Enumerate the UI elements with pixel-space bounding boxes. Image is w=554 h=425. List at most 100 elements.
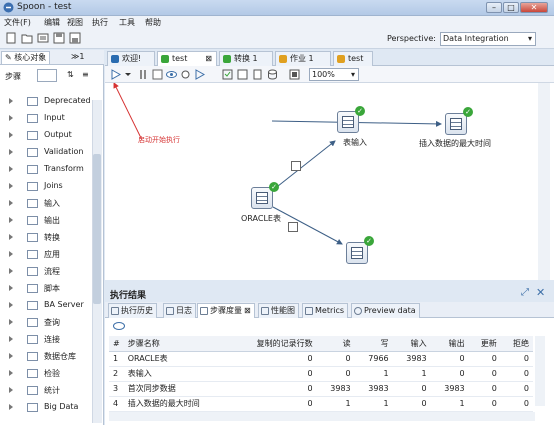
col-copied-rows[interactable]: 复制的记录行数 [230,336,317,352]
expand-arrow-icon[interactable] [9,353,13,359]
tree-item[interactable]: BA Server [0,298,92,315]
stop-icon[interactable] [152,69,163,80]
col-step-name[interactable]: 步骤名称 [123,336,231,352]
tab-log[interactable]: 日志 [163,303,196,318]
canvas-scrollbar[interactable] [538,83,550,280]
tree-item[interactable]: 查询 [0,315,92,332]
expand-arrow-icon[interactable] [9,404,13,410]
tree-item[interactable]: Validation [0,145,92,162]
save-icon[interactable] [53,32,65,44]
tree-item[interactable]: 统计 [0,383,92,400]
table-row[interactable]: 1 ORACLE表 0 0 7966 3983 0 0 0 [109,351,533,367]
expand-all-icon[interactable]: ⇅ [67,70,74,79]
expand-arrow-icon[interactable] [9,336,13,342]
menu-help[interactable]: 帮助 [145,17,161,28]
tree-item[interactable]: 脚本 [0,281,92,298]
menu-file[interactable]: 文件(F) [4,17,31,28]
steps-search-input[interactable] [37,69,57,82]
impact-icon[interactable] [237,69,248,80]
tab-test-transformation[interactable]: test ⊠ [157,51,217,66]
tree-item[interactable]: Transform [0,162,92,179]
col-index[interactable]: # [109,336,124,352]
new-file-icon[interactable] [5,32,17,44]
minimize-button[interactable]: – [486,2,502,13]
tree-item[interactable]: 输出 [0,213,92,230]
col-input[interactable]: 输入 [392,336,431,352]
tree-item[interactable]: 数据仓库 [0,349,92,366]
transformation-canvas[interactable]: ✓ 表输入 ✓ 插入数据的最大时间 ✓ ORACLE表 ✓ 启动开始执行 [105,83,554,280]
col-rejected[interactable]: 拒绝 [500,336,533,352]
menu-view[interactable]: 视图 [67,17,83,28]
maximize-button[interactable]: □ [503,2,519,13]
collapse-all-icon[interactable]: ≡ [82,70,89,79]
expand-arrow-icon[interactable] [9,234,13,240]
results-horizontal-scrollbar[interactable] [109,412,535,421]
close-icon[interactable]: ⊠ [244,306,251,315]
explore-repository-icon[interactable] [37,32,49,44]
tree-item[interactable]: Input [0,111,92,128]
tab-performance-graph[interactable]: 性能图 [258,303,299,318]
menu-run[interactable]: 执行 [92,17,108,28]
tree-item[interactable]: 应用 [0,247,92,264]
close-panel-icon[interactable]: ✕ [536,286,545,299]
menu-edit[interactable]: 编辑 [44,17,60,28]
run-icon[interactable] [110,69,122,80]
tab-metrics[interactable]: Metrics [302,303,349,318]
left-scrollbar-thumb[interactable] [93,154,101,304]
step-first-sync[interactable] [346,242,368,264]
expand-arrow-icon[interactable] [9,285,13,291]
tree-item[interactable]: Big Data [0,400,92,417]
open-folder-icon[interactable] [21,32,33,44]
step-insert-max-time[interactable] [445,113,467,135]
tab-main-tree[interactable]: ≫1 [68,51,87,64]
show-eye-icon[interactable] [113,322,125,330]
expand-arrow-icon[interactable] [9,98,13,104]
replay-icon[interactable] [194,69,206,80]
sql-icon[interactable] [252,69,263,80]
tab-preview-data[interactable]: Preview data [351,303,420,318]
perspective-select[interactable]: Data Integration ▾ [440,32,536,46]
expand-arrow-icon[interactable] [9,183,13,189]
tab-transformation-1[interactable]: 转换 1 [219,51,273,66]
tree-item[interactable]: 转换 [0,230,92,247]
results-vertical-scrollbar[interactable] [535,336,545,406]
tree-item[interactable]: 连接 [0,332,92,349]
col-written[interactable]: 写 [354,336,393,352]
col-output[interactable]: 输出 [430,336,469,352]
col-read[interactable]: 读 [316,336,355,352]
tab-execution-history[interactable]: 执行历史 [108,303,157,318]
run-options-chevron-icon[interactable] [123,69,134,80]
menu-tools[interactable]: 工具 [119,17,135,28]
close-window-button[interactable]: ✕ [520,2,548,13]
maximize-panel-icon[interactable]: ⤢ [521,287,529,298]
tree-item[interactable]: 输入 [0,196,92,213]
tree-item[interactable]: 检验 [0,366,92,383]
tab-test-job[interactable]: test [333,51,373,66]
hop-oracle-to-table-input[interactable] [272,140,336,191]
tree-item[interactable]: Output [0,128,92,145]
debug-gear-icon[interactable] [180,69,191,80]
table-row[interactable]: 4 插入数据的最大时间 0 1 1 0 1 0 0 [109,396,533,412]
table-row[interactable]: 3 首次同步数据 0 3983 3983 0 3983 0 0 [109,381,533,397]
expand-arrow-icon[interactable] [9,166,13,172]
explore-db-icon[interactable] [267,69,278,80]
expand-arrow-icon[interactable] [9,370,13,376]
tree-item[interactable]: Joins [0,179,92,196]
table-row[interactable]: 2 表输入 0 0 1 1 0 0 0 [109,366,533,382]
expand-arrow-icon[interactable] [9,149,13,155]
preview-eye-icon[interactable] [166,69,177,80]
expand-arrow-icon[interactable] [9,319,13,325]
expand-arrow-icon[interactable] [9,115,13,121]
tab-job-1[interactable]: 作业 1 [275,51,331,66]
tree-item[interactable]: 流程 [0,264,92,281]
expand-arrow-icon[interactable] [9,200,13,206]
expand-arrow-icon[interactable] [9,217,13,223]
expand-arrow-icon[interactable] [9,251,13,257]
expand-arrow-icon[interactable] [9,387,13,393]
show-results-icon[interactable] [289,69,300,80]
tab-core-objects[interactable]: ✎ 核心对象 [1,51,51,64]
tab-welcome[interactable]: 欢迎! [107,51,155,66]
hop-oracle-to-first-sync[interactable] [272,206,343,245]
col-updated[interactable]: 更新 [468,336,501,352]
save-as-icon[interactable] [69,32,81,44]
